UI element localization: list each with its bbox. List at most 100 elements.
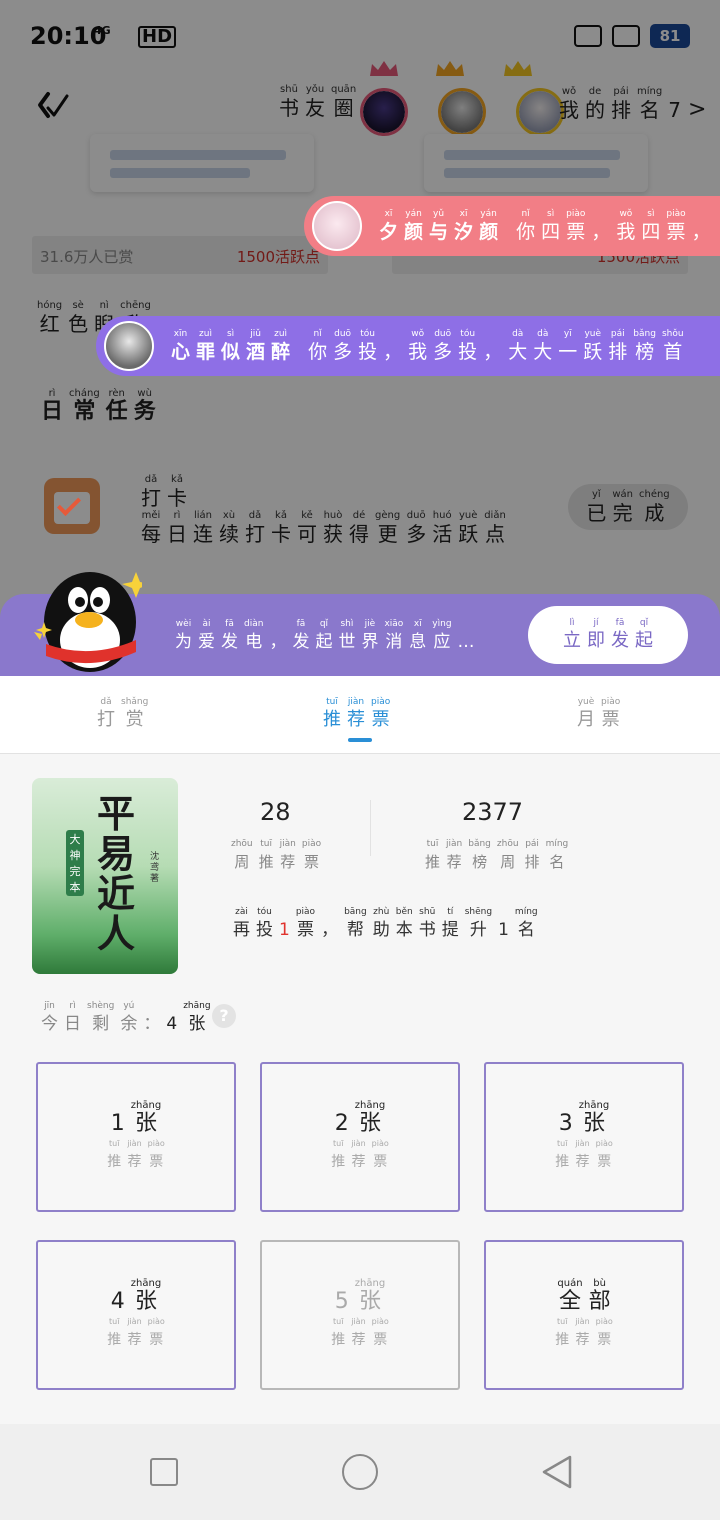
ruby-char: xīn 心	[171, 329, 191, 363]
ruby-char: xī 夕	[379, 209, 399, 243]
vote-option-count: 4 zhāng 张	[108, 1278, 164, 1314]
danmaku-avatar	[312, 201, 362, 251]
ruby-char: dà 大	[508, 329, 528, 363]
ruby-char: sì 四	[641, 209, 661, 243]
ruby-char: zhāng 张	[578, 1100, 610, 1136]
ruby-char: duō 多	[333, 329, 353, 363]
ruby-char: piào 票	[371, 1139, 389, 1170]
ruby-char: zuì 醉	[271, 329, 291, 363]
vote-option-count: 1 zhāng 张	[108, 1100, 164, 1136]
ruby-char: jiè 界	[361, 619, 379, 652]
launch-now-button[interactable]: lì 立 jí 即 fā 发 qǐ 起	[528, 606, 688, 664]
ruby-char: zhāng 张	[354, 1100, 386, 1136]
vote-panel: dǎ 打 shǎng 赏 tuī 推 jiàn 荐 piào 票 yuè 月 piào 票 平易近人 …	[0, 676, 720, 1424]
ruby-char: tuī 推	[258, 839, 274, 871]
vote-option-2[interactable]: 2 zhāng 张 tuī 推 jiàn 荐 piào 票	[260, 1062, 460, 1212]
ruby-char: pái 排	[524, 839, 540, 871]
danmaku-content: xī 夕 yán 颜 yǔ 与 xī 汐 yán 颜 nǐ 你 sì 四 piào 票， wǒ 我 sì 四 piào…	[376, 208, 714, 244]
ruby-char: tuī 推	[555, 1139, 570, 1170]
ruby-char: jiàn 荐	[127, 1317, 142, 1348]
ruby-char: míng 名	[545, 839, 569, 871]
ruby-char: zhāng 张	[183, 1001, 211, 1034]
ruby-char: zhāng 张	[130, 1100, 162, 1136]
ruby-char: 2	[334, 1111, 349, 1136]
ruby-char: yú 余	[120, 1001, 138, 1034]
danmaku-user-name: xī 夕 yán 颜 yǔ 与 xī 汐 yán 颜	[376, 208, 501, 244]
tab-monthly-ticket[interactable]: yuè 月 piào 票	[574, 696, 623, 732]
ruby-char: piào 票	[147, 1317, 165, 1348]
ruby-char: jiàn 荐	[351, 1139, 366, 1170]
ruby-char: jīn 今	[41, 1001, 58, 1034]
weekly-votes-label: zhōu 周 tuī 推 jiàn 荐 piào 票	[228, 838, 324, 874]
ruby-char: jí 即	[587, 618, 605, 651]
ruby-char: …	[457, 632, 475, 652]
ruby-char: yǔ 与	[429, 209, 449, 243]
weekly-rank-label: tuī 推 jiàn 荐 bǎng 榜 zhōu 周 pái 排 míng 名	[422, 838, 571, 874]
help-icon[interactable]: ?	[212, 1004, 236, 1028]
ruby-char: yī 一	[558, 329, 578, 363]
active-tab-indicator	[348, 738, 372, 742]
vote-option-type: tuī 推 jiàn 荐 piào 票	[552, 1138, 616, 1174]
ruby-char: xī 息	[409, 619, 427, 652]
ruby-char: piào 票	[147, 1139, 165, 1170]
ruby-char: xiāo 消	[384, 619, 404, 652]
ruby-char: tóu 投	[256, 907, 273, 940]
vote-option-count: quán 全 bù 部	[554, 1278, 613, 1314]
ruby-char: lì 立	[563, 618, 581, 651]
ruby-char: piào 票	[595, 1317, 613, 1348]
ruby-char: zhāng 张	[130, 1278, 162, 1314]
modal-backdrop[interactable]	[0, 0, 720, 620]
ruby-char: tóu 投	[458, 329, 478, 363]
ruby-char: wèi 为	[175, 619, 192, 652]
danmaku-message: xī 夕 yán 颜 yǔ 与 xī 汐 yán 颜 nǐ 你 sì 四 piào 票， wǒ 我 sì 四 piào…	[304, 196, 720, 256]
danmaku-avatar	[104, 321, 154, 371]
danmaku-message: xīn 心 zuì 罪 sì 似 jiǔ 酒 zuì 醉 nǐ 你 duō 多 tóu 投， wǒ 我 duō 多 t…	[96, 316, 720, 376]
ruby-char: fā 发	[221, 619, 238, 652]
vote-option-3[interactable]: 3 zhāng 张 tuī 推 jiàn 荐 piào 票	[484, 1062, 684, 1212]
tab-bar: dǎ 打 shǎng 赏 tuī 推 jiàn 荐 piào 票 yuè 月 piào 票	[0, 676, 720, 754]
ruby-char: sì 似	[221, 329, 241, 363]
tab-recommend-ticket[interactable]: tuī 推 jiàn 荐 piào 票	[320, 696, 393, 732]
ruby-char: ，	[383, 341, 403, 363]
ruby-char: yán 颜	[404, 209, 424, 243]
ruby-char: 4	[166, 1014, 178, 1034]
ruby-char: tuī 推	[555, 1317, 570, 1348]
vote-option-count: 2 zhāng 张	[332, 1100, 388, 1136]
ruby-char: sì 四	[541, 209, 561, 243]
ruby-char: tuī 推	[425, 839, 441, 871]
vote-option-all[interactable]: quán 全 bù 部 tuī 推 jiàn 荐 piào 票	[484, 1240, 684, 1390]
vote-option-type: tuī 推 jiàn 荐 piào 票	[328, 1316, 392, 1352]
book-cover-title: 平易近人	[96, 791, 135, 956]
ruby-char: wǒ 我	[616, 209, 636, 243]
ruby-char: duō 多	[433, 329, 453, 363]
ruby-char: tuī 推	[331, 1317, 346, 1348]
ruby-char: zuì 罪	[196, 329, 216, 363]
back-triangle-icon[interactable]	[540, 1454, 574, 1490]
ruby-char: zhōu 周	[496, 839, 519, 871]
ruby-char: rì 日	[64, 1001, 81, 1034]
ruby-char: jiàn 荐	[575, 1317, 590, 1348]
vote-option-type: tuī 推 jiàn 荐 piào 票	[552, 1316, 616, 1352]
ruby-char: qǐ 起	[635, 618, 653, 651]
weekly-rank-value: 2377	[462, 798, 524, 826]
vote-option-1[interactable]: 1 zhāng 张 tuī 推 jiàn 荐 piào 票	[36, 1062, 236, 1212]
ruby-char: ，	[321, 920, 339, 940]
ruby-char: 3	[558, 1111, 573, 1136]
ruby-char: jiàn 荐	[351, 1317, 366, 1348]
ruby-char: bǎng 榜	[468, 839, 491, 871]
ruby-char: dà 大	[533, 329, 553, 363]
weekly-votes-value: 28	[260, 798, 291, 826]
vote-option-count: 5 zhāng 张	[332, 1278, 388, 1314]
ruby-char: běn 本	[395, 907, 413, 940]
ruby-char: 1	[279, 920, 290, 940]
ruby-char: bù 部	[588, 1278, 611, 1314]
ruby-char: nǐ 你	[516, 209, 536, 243]
recent-apps-icon[interactable]	[150, 1458, 178, 1486]
remaining-tickets: jīn 今 rì 日 shèng 剩 yú 余 ： 4 zhāng 张	[38, 1000, 214, 1036]
tab-tip[interactable]: dǎ 打 shǎng 赏	[94, 696, 151, 732]
ruby-char: ，	[691, 221, 711, 243]
ruby-char: piào 票	[666, 209, 686, 243]
vote-option-4[interactable]: 4 zhāng 张 tuī 推 jiàn 荐 piào 票	[36, 1240, 236, 1390]
ruby-char: 1	[498, 920, 509, 940]
home-icon[interactable]	[342, 1454, 378, 1490]
